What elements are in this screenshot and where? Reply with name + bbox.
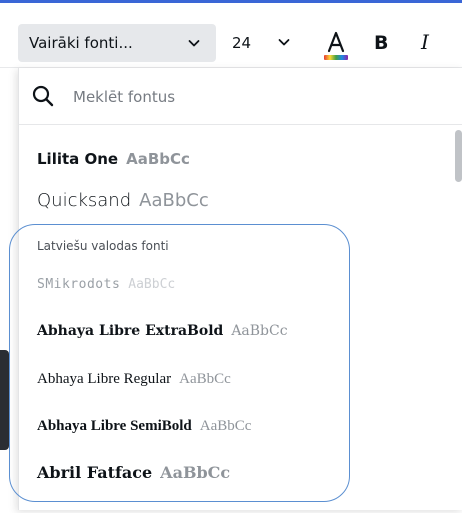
font-name: Abril Fatface	[37, 463, 153, 482]
font-name: Abhaya Libre ExtraBold	[37, 323, 224, 339]
font-size-value[interactable]: 24	[232, 34, 251, 52]
font-picker-panel: Lilita One AaBbCc Quicksand AaBbCc Latvi…	[18, 68, 462, 510]
font-option-smikrodots[interactable]: SMikrodots AaBbCc	[37, 277, 175, 292]
text-toolbar: Vairāki fonti... 24 B I	[0, 3, 462, 68]
font-search-input[interactable]	[71, 82, 435, 112]
font-option-abhaya-libre-semibold[interactable]: Abhaya Libre SemiBold AaBbCc	[37, 418, 251, 435]
font-name: Lilita One	[37, 150, 119, 168]
side-panel-edge	[0, 350, 9, 450]
font-search-row	[19, 68, 462, 125]
font-sample: AaBbCc	[128, 277, 176, 292]
font-name: Quicksand	[37, 190, 132, 211]
bold-button[interactable]: B	[374, 32, 388, 54]
font-option-abhaya-libre-regular[interactable]: Abhaya Libre Regular AaBbCc	[37, 371, 231, 388]
font-name: SMikrodots	[37, 277, 121, 292]
font-option-abril-fatface[interactable]: Abril Fatface AaBbCc	[37, 463, 230, 482]
font-sample: AaBbCc	[199, 418, 252, 434]
font-name: Abhaya Libre SemiBold	[37, 418, 192, 434]
font-sample: AaBbCc	[179, 371, 231, 387]
font-sample: AaBbCc	[139, 190, 209, 211]
font-option-abhaya-libre-extrabold[interactable]: Abhaya Libre ExtraBold AaBbCc	[37, 323, 288, 339]
font-family-value: Vairāki fonti...	[29, 34, 133, 52]
chevron-down-icon	[188, 40, 200, 47]
italic-button[interactable]: I	[421, 30, 429, 54]
font-option-lilita-one[interactable]: Lilita One AaBbCc	[37, 150, 190, 168]
font-option-quicksand[interactable]: Quicksand AaBbCc	[37, 190, 209, 211]
scrollbar-thumb[interactable]	[455, 130, 462, 182]
section-heading-latvian-fonts: Latviešu valodas fonti	[37, 239, 169, 253]
text-color-icon[interactable]	[322, 27, 350, 63]
font-sample: AaBbCc	[160, 463, 231, 482]
search-icon	[32, 85, 54, 107]
font-size-chevron-icon[interactable]	[276, 34, 292, 50]
font-name: Abhaya Libre Regular	[37, 371, 172, 387]
font-sample: AaBbCc	[126, 150, 190, 168]
font-family-dropdown[interactable]: Vairāki fonti...	[18, 24, 216, 62]
font-sample: AaBbCc	[231, 323, 288, 339]
